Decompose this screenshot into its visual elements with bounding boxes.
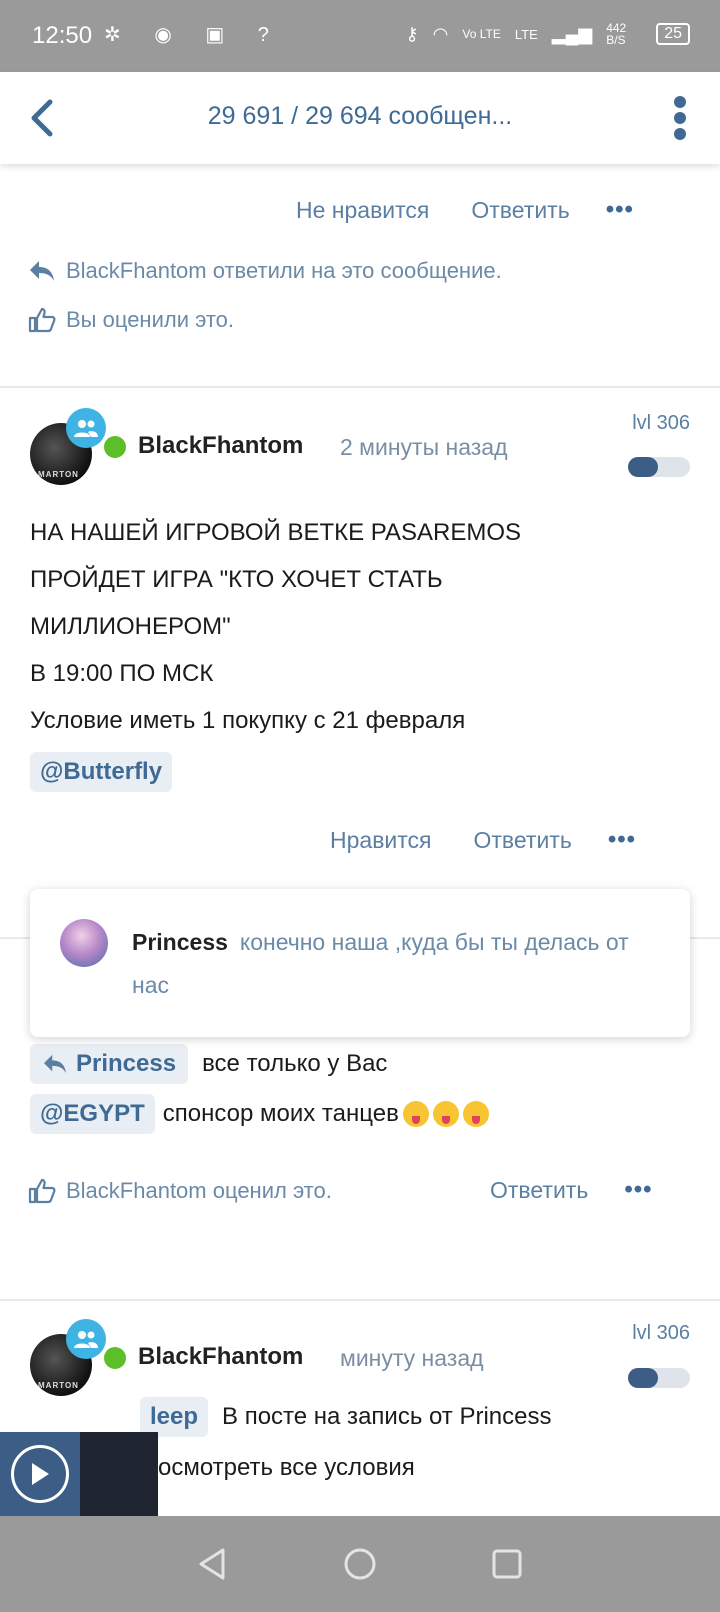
- post-divider: [0, 1299, 720, 1301]
- net-speed: 442 B/S: [606, 21, 627, 47]
- liked-note[interactable]: BlackFhantom оценил это.: [28, 1178, 332, 1204]
- app-bar: 29 691 / 29 694 сообщен...: [0, 72, 720, 164]
- post-body: НА НАШЕЙ ИГРОВОЙ ВЕТКЕ PASAREMOS ПРОЙДЕТ…: [30, 509, 521, 795]
- battery-icon: 25: [656, 23, 690, 45]
- avatar-text: MARTON: [38, 1381, 79, 1390]
- avatar-text: MARTON: [38, 470, 79, 479]
- post-text: осмотреть все условия: [158, 1454, 415, 1481]
- level-progress-fill: [628, 1368, 658, 1388]
- more-menu-button[interactable]: [668, 96, 692, 140]
- mention-line: @EGYPT спонсор моих танцев: [30, 1094, 489, 1134]
- signal-icon: ▂▄▆: [551, 23, 593, 44]
- online-indicator: [104, 1347, 126, 1369]
- nav-back-icon[interactable]: [197, 1546, 229, 1582]
- level-progress-fill: [628, 457, 658, 477]
- mention-chip[interactable]: leep: [140, 1397, 209, 1437]
- wifi-icon: ◠: [432, 23, 449, 44]
- level-progress: [628, 457, 690, 477]
- group-badge: [66, 408, 106, 448]
- liked-note-text: BlackFhantom оценил это.: [66, 1178, 332, 1203]
- reply-to-name: Princess: [76, 1050, 177, 1077]
- notification-icons: ✲ ◉ ▣ ?: [104, 24, 283, 46]
- mention-text: спонсор моих танцев: [162, 1100, 399, 1127]
- post-line: Условие иметь 1 покупку с 21 февраля: [30, 707, 466, 734]
- post-actions: Ответить •••: [490, 1176, 653, 1204]
- page-title: 29 691 / 29 694 сообщен...: [207, 102, 513, 130]
- post-more-button[interactable]: •••: [606, 196, 634, 224]
- replied-note-text: BlackFhantom ответили на это сообщение.: [66, 258, 502, 283]
- reply-to-chip[interactable]: Princess: [30, 1044, 189, 1084]
- liked-note-text: Вы оценили это.: [66, 307, 235, 332]
- thumbs-up-icon: [28, 1178, 56, 1204]
- lte-label: LTE: [514, 26, 538, 42]
- liked-note[interactable]: Вы оценили это.: [28, 307, 234, 333]
- play-button[interactable]: [0, 1432, 80, 1516]
- reply-icon: [44, 1054, 66, 1074]
- post-line: В 19:00 ПО МСК: [30, 660, 214, 687]
- quote-avatar[interactable]: [60, 919, 108, 967]
- volte-label: Vo LTE: [462, 27, 501, 41]
- post-line: осмотреть все условия: [158, 1454, 415, 1482]
- mini-video-player[interactable]: [0, 1432, 158, 1516]
- mention-chip[interactable]: @EGYPT: [30, 1094, 155, 1134]
- status-bar: 12:50 ✲ ◉ ▣ ? ⚷ ◠ Vo LTE LTE ▂▄▆ 442 B/S…: [0, 0, 720, 72]
- post-line: НА НАШЕЙ ИГРОВОЙ ВЕТКЕ PASAREMOS: [30, 519, 522, 546]
- reply-icon: [30, 261, 54, 281]
- thread-content: Не нравится Ответить ••• BlackFhantom от…: [0, 164, 720, 1516]
- quote-preview-card[interactable]: Princess конечно наша ,куда бы ты делась …: [30, 889, 690, 1037]
- user-level: lvl 306: [632, 412, 690, 434]
- quote-author[interactable]: Princess: [132, 929, 228, 955]
- post-author[interactable]: BlackFhantom: [138, 432, 303, 460]
- tongue-emoji-icon: [432, 1101, 459, 1127]
- post-actions: Нравится Ответить •••: [330, 826, 636, 854]
- dot-icon: [674, 96, 686, 108]
- system-nav-bar: [0, 1516, 720, 1612]
- reply-button[interactable]: Ответить: [474, 827, 572, 854]
- tongue-emoji-icon: [402, 1101, 429, 1127]
- post-more-button[interactable]: •••: [608, 826, 636, 854]
- chevron-left-icon: [31, 99, 53, 137]
- reply-line: Princess все только у Вас: [30, 1044, 387, 1084]
- level-progress: [628, 1368, 690, 1388]
- replied-note[interactable]: BlackFhantom ответили на это сообщение.: [28, 258, 502, 284]
- prev-post-actions: Не нравится Ответить •••: [296, 196, 634, 224]
- post-line: leep В посте на запись от Princess: [140, 1397, 552, 1437]
- post-text: В посте на запись от Princess: [222, 1403, 552, 1430]
- post-divider: [0, 386, 720, 388]
- online-indicator: [104, 436, 126, 458]
- dislike-button[interactable]: Не нравится: [296, 197, 429, 224]
- like-button[interactable]: Нравится: [330, 827, 432, 854]
- reply-button[interactable]: Ответить: [490, 1177, 588, 1204]
- reply-text: все только у Вас: [202, 1050, 388, 1077]
- tongue-emoji-icon: [462, 1101, 489, 1127]
- key-icon: ⚷: [405, 23, 419, 44]
- post-line: ПРОЙДЕТ ИГРА "КТО ХОЧЕТ СТАТЬ: [30, 566, 443, 593]
- dot-icon: [674, 112, 686, 124]
- post-time[interactable]: минуту назад: [340, 1345, 484, 1372]
- reply-button[interactable]: Ответить: [471, 197, 569, 224]
- mention-chip[interactable]: @Butterfly: [30, 752, 173, 792]
- quote-text: Princess конечно наша ,куда бы ты делась …: [132, 921, 652, 1007]
- back-button[interactable]: [24, 96, 64, 140]
- post-time[interactable]: 2 минуты назад: [340, 434, 508, 461]
- thumbs-up-icon: [28, 307, 56, 333]
- group-icon: [74, 420, 98, 437]
- play-circle: [11, 1445, 69, 1503]
- play-icon: [32, 1463, 49, 1485]
- post-more-button[interactable]: •••: [624, 1176, 652, 1204]
- group-icon: [74, 1331, 98, 1348]
- group-badge: [66, 1319, 106, 1359]
- dot-icon: [674, 128, 686, 140]
- status-right: ⚷ ◠ Vo LTE LTE ▂▄▆ 442 B/S 25: [405, 22, 690, 46]
- status-time: 12:50: [32, 22, 93, 49]
- post-line: МИЛЛИОНЕРОМ": [30, 613, 231, 640]
- nav-home-icon[interactable]: [343, 1547, 377, 1581]
- post-author[interactable]: BlackFhantom: [138, 1343, 303, 1371]
- user-level: lvl 306: [632, 1322, 690, 1344]
- nav-recents-icon[interactable]: [491, 1548, 523, 1580]
